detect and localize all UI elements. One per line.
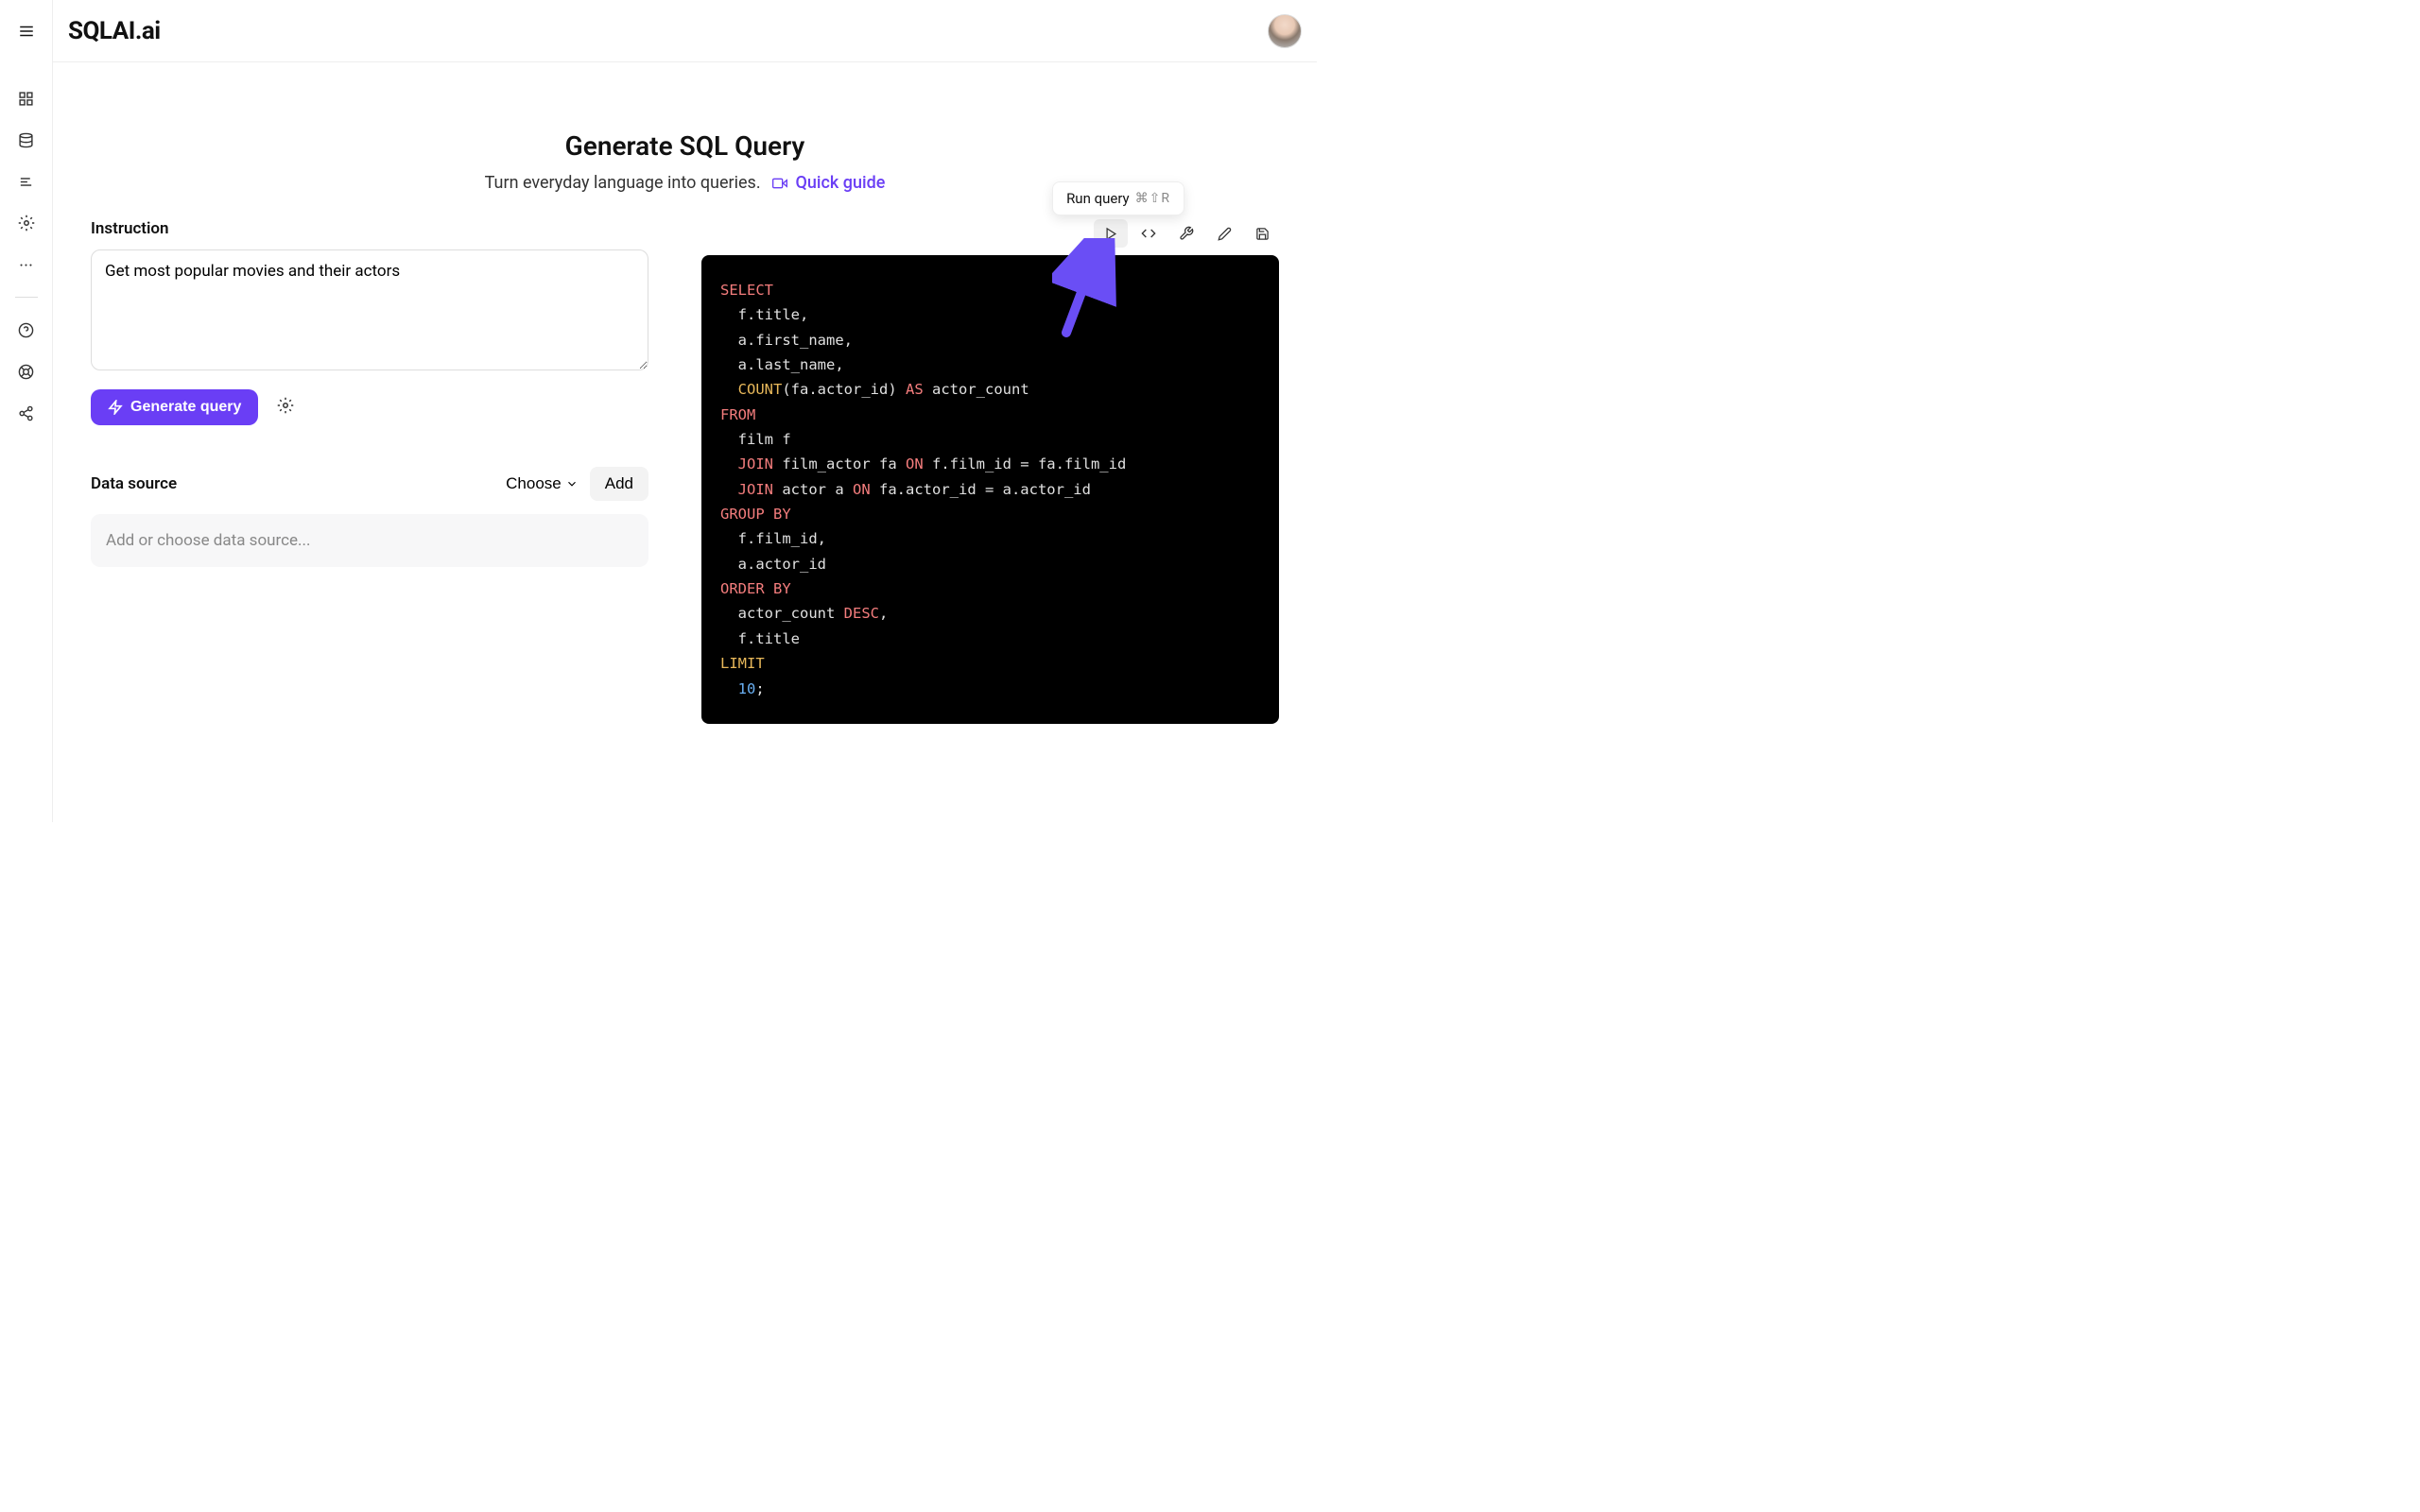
menu-icon[interactable] [18, 23, 35, 43]
help-icon[interactable] [0, 309, 53, 351]
generate-button[interactable]: Generate query [91, 389, 258, 425]
main-content: SQLAI.ai Generate SQL Query Turn everyda… [53, 0, 1317, 822]
quick-guide-link[interactable]: Quick guide [796, 173, 886, 193]
add-button[interactable]: Add [590, 467, 648, 501]
save-button[interactable] [1245, 219, 1279, 248]
logo[interactable]: SQLAI.ai [68, 17, 161, 45]
support-icon[interactable] [0, 351, 53, 392]
code-toolbar [701, 219, 1279, 255]
fix-button[interactable] [1169, 219, 1203, 248]
more-icon[interactable] [0, 244, 53, 285]
header: SQLAI.ai [53, 0, 1317, 62]
instruction-input[interactable] [91, 249, 648, 370]
options-gear-icon[interactable] [277, 397, 294, 418]
share-icon[interactable] [0, 392, 53, 434]
dashboard-icon[interactable] [0, 77, 53, 119]
sql-output[interactable]: SELECT f.title, a.first_name, a.last_nam… [701, 255, 1279, 724]
video-icon [772, 173, 791, 193]
edit-button[interactable] [1207, 219, 1241, 248]
instruction-label: Instruction [91, 219, 648, 238]
sidebar [0, 0, 53, 822]
database-icon[interactable] [0, 119, 53, 161]
gear-icon[interactable] [0, 202, 53, 244]
avatar[interactable] [1268, 14, 1302, 48]
choose-button[interactable]: Choose [506, 474, 579, 493]
code-view-button[interactable] [1132, 219, 1166, 248]
chevron-down-icon [565, 477, 579, 490]
run-query-tooltip: Run query ⌘⇧R [1052, 181, 1184, 215]
list-icon[interactable] [0, 161, 53, 202]
data-source-label: Data source [91, 474, 177, 493]
data-source-box[interactable]: Add or choose data source... [91, 514, 648, 567]
sidebar-divider [15, 297, 38, 298]
run-query-button[interactable] [1094, 219, 1128, 248]
page-title: Generate SQL Query [91, 130, 1279, 162]
